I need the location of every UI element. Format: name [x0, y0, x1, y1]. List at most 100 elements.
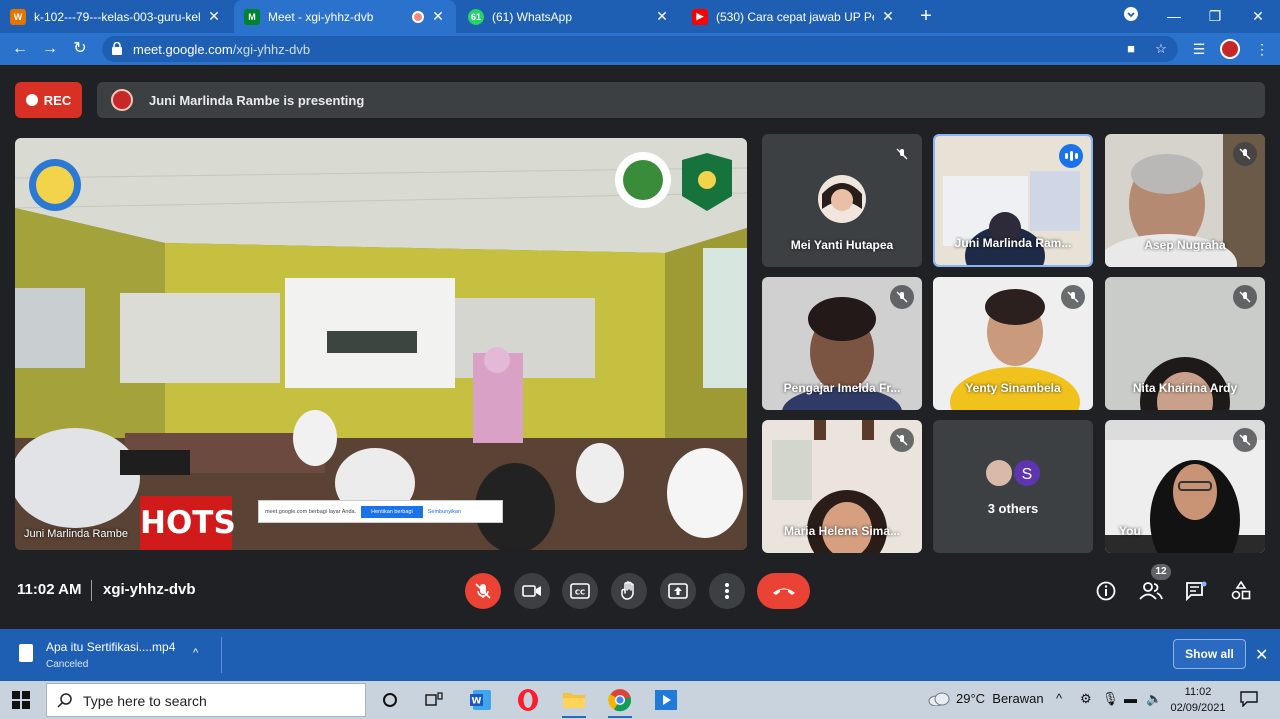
camera-toggle-button[interactable]: [514, 573, 550, 609]
divider: [91, 580, 92, 601]
url-host: meet.google.com: [133, 42, 233, 57]
tab-whatsapp[interactable]: 61 (61) WhatsApp ✕: [458, 0, 680, 33]
address-bar[interactable]: meet.google.com/xgi-yhhz-dvb ■ ☆: [102, 36, 1178, 62]
reload-button[interactable]: ↻: [69, 38, 91, 60]
mic-off-icon: [890, 428, 914, 452]
tab-search-icon[interactable]: [1119, 4, 1143, 28]
captions-button[interactable]: CC: [562, 573, 598, 609]
taskbar-search-box[interactable]: Type here to search: [46, 683, 366, 717]
participant-tile[interactable]: Pengajar Imelda Fr...: [762, 277, 922, 410]
menu-kebab-icon[interactable]: ⋮: [1253, 41, 1271, 57]
tab-meet[interactable]: M Meet - xgi-yhhz-dvb ✕: [234, 0, 456, 33]
weather-widget[interactable]: 29°C Berawan: [928, 691, 1044, 706]
close-window-button[interactable]: ✕: [1246, 4, 1270, 28]
search-placeholder: Type here to search: [83, 693, 207, 709]
camera-icon[interactable]: ■: [1122, 41, 1140, 57]
file-explorer-icon[interactable]: [560, 686, 588, 718]
whatsapp-icon: 61: [468, 8, 484, 25]
presenter-avatar: [111, 89, 133, 111]
more-options-button[interactable]: [709, 573, 745, 609]
clock-date: 02/09/2021: [1170, 702, 1226, 714]
windows-start-icon[interactable]: [12, 691, 30, 709]
more-vert-icon: [725, 583, 729, 599]
chrome-browser-icon[interactable]: [606, 686, 634, 718]
battery-icon[interactable]: ▬: [1124, 691, 1137, 706]
meet-now-icon[interactable]: ⚙: [1080, 691, 1092, 707]
minimize-button[interactable]: —: [1162, 4, 1186, 28]
close-icon[interactable]: ✕: [430, 8, 446, 25]
new-tab-button[interactable]: +: [915, 5, 937, 27]
weather-text: 29°C Berawan: [956, 691, 1044, 706]
wordpress-icon: W: [10, 8, 26, 25]
windows-taskbar: Type here to search W 29°C Berawan ^ ⚙ 🎙…: [0, 681, 1280, 719]
close-icon[interactable]: ✕: [1255, 645, 1268, 665]
google-meet-icon: M: [244, 8, 260, 25]
tab-title: Meet - xgi-yhhz-dvb: [268, 9, 374, 24]
participant-tile[interactable]: Maria Helena Sima...: [762, 420, 922, 553]
media-player-icon[interactable]: [652, 686, 680, 714]
presenter-name: Juni Marlinda Rambe: [24, 528, 128, 540]
forward-button[interactable]: →: [39, 38, 61, 60]
activities-shapes-icon: [1231, 581, 1251, 600]
mic-off-icon: [475, 583, 491, 599]
mic-off-icon: [1233, 142, 1257, 166]
self-tile[interactable]: You: [1105, 420, 1265, 553]
close-icon[interactable]: ✕: [880, 8, 896, 25]
meeting-details-button[interactable]: [1093, 578, 1119, 604]
mic-off-icon: [890, 142, 914, 166]
leave-call-button[interactable]: [757, 573, 810, 609]
activities-button[interactable]: [1228, 578, 1254, 604]
restore-button[interactable]: ❐: [1203, 4, 1227, 28]
mic-toggle-button[interactable]: [465, 573, 501, 609]
recording-indicator-icon: [412, 10, 424, 23]
record-dot-icon: [25, 94, 38, 106]
cortana-icon[interactable]: [376, 686, 404, 714]
word-app-icon[interactable]: W: [467, 686, 495, 714]
reading-list-icon[interactable]: ☰: [1190, 41, 1208, 57]
other-avatar: [984, 458, 1014, 488]
svg-text:CC: CC: [575, 589, 585, 597]
chat-button[interactable]: [1183, 578, 1209, 604]
tab-youtube[interactable]: ▶ (530) Cara cepat jawab UP Pedag ✕: [682, 0, 906, 33]
close-icon[interactable]: ✕: [206, 8, 222, 25]
participant-name: Pengajar Imelda Fr...: [783, 381, 901, 395]
svg-text:W: W: [472, 697, 482, 707]
microphone-icon[interactable]: 🎙: [1102, 691, 1119, 707]
meeting-time: 11:02 AM: [17, 581, 82, 598]
presenting-banner: Juni Marlinda Rambe is presenting: [97, 82, 1265, 118]
divider: [221, 637, 222, 673]
chevron-up-icon[interactable]: ^: [193, 647, 198, 659]
task-view-icon[interactable]: [420, 686, 448, 714]
back-button[interactable]: ←: [9, 38, 31, 60]
notification-icon[interactable]: [1240, 691, 1258, 707]
browser-tab-strip: W k-102---79---kelas-003-guru-kel ✕ M Me…: [0, 0, 1280, 33]
participant-name: You: [1119, 524, 1141, 538]
browser-toolbar: ← → ↻ meet.google.com/xgi-yhhz-dvb ■ ☆ ☰…: [0, 33, 1280, 65]
meeting-code: xgi-yhhz-dvb: [103, 581, 196, 598]
participant-tile[interactable]: Mei Yanti Hutapea: [762, 134, 922, 267]
participant-tile[interactable]: Yenty Sinambela: [933, 277, 1093, 410]
profile-avatar[interactable]: [1220, 39, 1240, 59]
tab-title: (61) WhatsApp: [492, 9, 573, 24]
opera-browser-icon[interactable]: [514, 686, 542, 714]
download-filename[interactable]: Apa itu Sertifikasi....mp4: [46, 640, 175, 654]
show-all-downloads-button[interactable]: Show all: [1173, 639, 1246, 669]
participant-name: Asep Nugraha: [1144, 238, 1226, 252]
participant-name: Yenty Sinambela: [965, 381, 1061, 395]
tab-wordpress[interactable]: W k-102---79---kelas-003-guru-kel ✕: [0, 0, 232, 33]
others-tile[interactable]: S 3 others: [933, 420, 1093, 553]
system-clock[interactable]: 11:02 02/09/2021: [1166, 684, 1230, 716]
participant-tile[interactable]: Nita Khairina Ardy: [1105, 277, 1265, 410]
present-screen-button[interactable]: [660, 573, 696, 609]
bookmark-star-icon[interactable]: ☆: [1152, 41, 1170, 57]
close-icon[interactable]: ✕: [654, 8, 670, 25]
hide-button[interactable]: Sembunyikan: [428, 509, 461, 515]
volume-icon[interactable]: 🔈: [1146, 691, 1162, 707]
participant-tile[interactable]: Asep Nugraha: [1105, 134, 1265, 267]
people-button[interactable]: [1138, 578, 1164, 604]
classroom-video: [15, 138, 747, 550]
chevron-up-icon[interactable]: ^: [1056, 691, 1062, 706]
raise-hand-button[interactable]: [611, 573, 647, 609]
stop-sharing-button[interactable]: Hentikan berbagi: [361, 505, 423, 518]
participant-tile[interactable]: Juni Marlinda Ram...: [933, 134, 1093, 267]
